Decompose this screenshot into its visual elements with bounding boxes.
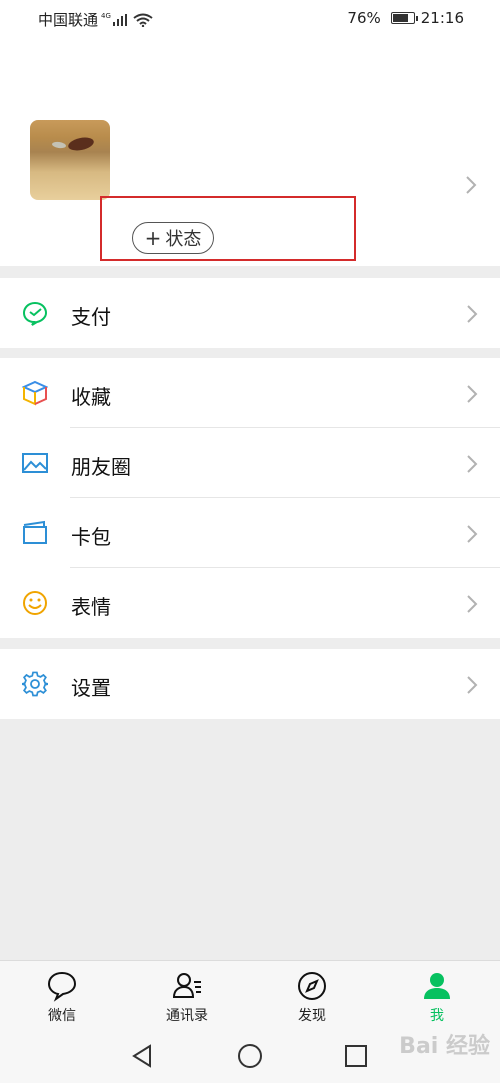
plus-icon: + xyxy=(144,226,162,250)
menu-item-moments[interactable]: 朋友圈 xyxy=(0,428,500,498)
status-bar: 中国联通 4G 76% 21:16 xyxy=(0,0,500,36)
gear-icon xyxy=(22,671,48,697)
menu-group-content: 收藏 朋友圈 卡包 表情 xyxy=(0,358,500,638)
add-status-label: 状态 xyxy=(165,229,202,250)
chevron-right-icon xyxy=(467,305,478,323)
tab-label-chats: 微信 xyxy=(48,1008,76,1024)
chevron-right-icon xyxy=(467,676,478,694)
battery-icon xyxy=(390,12,418,24)
card-wallet-icon xyxy=(23,520,47,544)
tab-me[interactable]: 我 xyxy=(392,961,482,1031)
menu-item-favorites[interactable]: 收藏 xyxy=(0,358,500,428)
tab-contacts[interactable]: 通讯录 xyxy=(142,961,232,1031)
chevron-right-icon xyxy=(467,455,478,473)
moments-image-icon xyxy=(22,453,48,473)
avatar-leaf xyxy=(67,135,95,153)
tab-chats[interactable]: 微信 xyxy=(17,961,107,1031)
network-type: 4G xyxy=(101,11,111,20)
back-triangle-icon[interactable] xyxy=(130,1043,156,1069)
menu-item-cards[interactable]: 卡包 xyxy=(0,498,500,568)
battery-percent: 76% xyxy=(347,9,381,27)
contacts-icon xyxy=(172,973,201,998)
smiley-icon xyxy=(23,591,47,615)
person-icon xyxy=(424,973,450,999)
menu-group-settings: 设置 xyxy=(0,649,500,719)
chevron-right-icon xyxy=(467,525,478,543)
avatar-detail xyxy=(51,141,67,149)
favorites-cube-icon xyxy=(22,380,48,406)
clock: 21:16 xyxy=(420,9,464,27)
recents-square-icon[interactable] xyxy=(343,1043,369,1069)
menu-label-settings: 设置 xyxy=(71,676,111,700)
pay-icon xyxy=(22,301,48,326)
chevron-right-icon xyxy=(467,385,478,403)
home-circle-icon[interactable] xyxy=(237,1043,263,1069)
chevron-right-icon xyxy=(467,595,478,613)
bottom-tab-bar: 微信 通讯录 发现 我 xyxy=(0,960,500,1030)
compass-icon xyxy=(298,972,326,1000)
menu-group-pay: 支付 xyxy=(0,278,500,348)
tab-label-contacts: 通讯录 xyxy=(166,1008,208,1024)
menu-label-favorites: 收藏 xyxy=(71,385,111,409)
wifi-icon xyxy=(133,13,153,27)
carrier-name: 中国联通 xyxy=(38,11,99,29)
menu-label-moments: 朋友圈 xyxy=(71,455,131,479)
status-bar-right: 76% 21:16 xyxy=(347,9,464,27)
profile-header[interactable]: + 状态 xyxy=(0,36,500,266)
chat-bubble-icon xyxy=(47,971,77,1002)
menu-item-settings[interactable]: 设置 xyxy=(0,649,500,719)
avatar[interactable] xyxy=(30,120,110,200)
add-status-button[interactable]: + 状态 xyxy=(132,222,214,254)
menu-item-pay[interactable]: 支付 xyxy=(0,278,500,348)
menu-label-pay: 支付 xyxy=(71,305,111,329)
watermark: Bai 经验 xyxy=(399,1034,490,1059)
chevron-right-icon xyxy=(466,176,477,194)
tab-discover[interactable]: 发现 xyxy=(267,961,357,1031)
menu-label-cards: 卡包 xyxy=(71,525,111,549)
menu-label-stickers: 表情 xyxy=(71,595,111,619)
tab-label-me: 我 xyxy=(430,1008,444,1024)
menu-item-stickers[interactable]: 表情 xyxy=(0,568,500,638)
status-bar-left: 中国联通 4G xyxy=(38,9,153,30)
signal-icon xyxy=(112,13,127,26)
battery-fill xyxy=(392,14,408,22)
tab-label-discover: 发现 xyxy=(298,1008,326,1024)
